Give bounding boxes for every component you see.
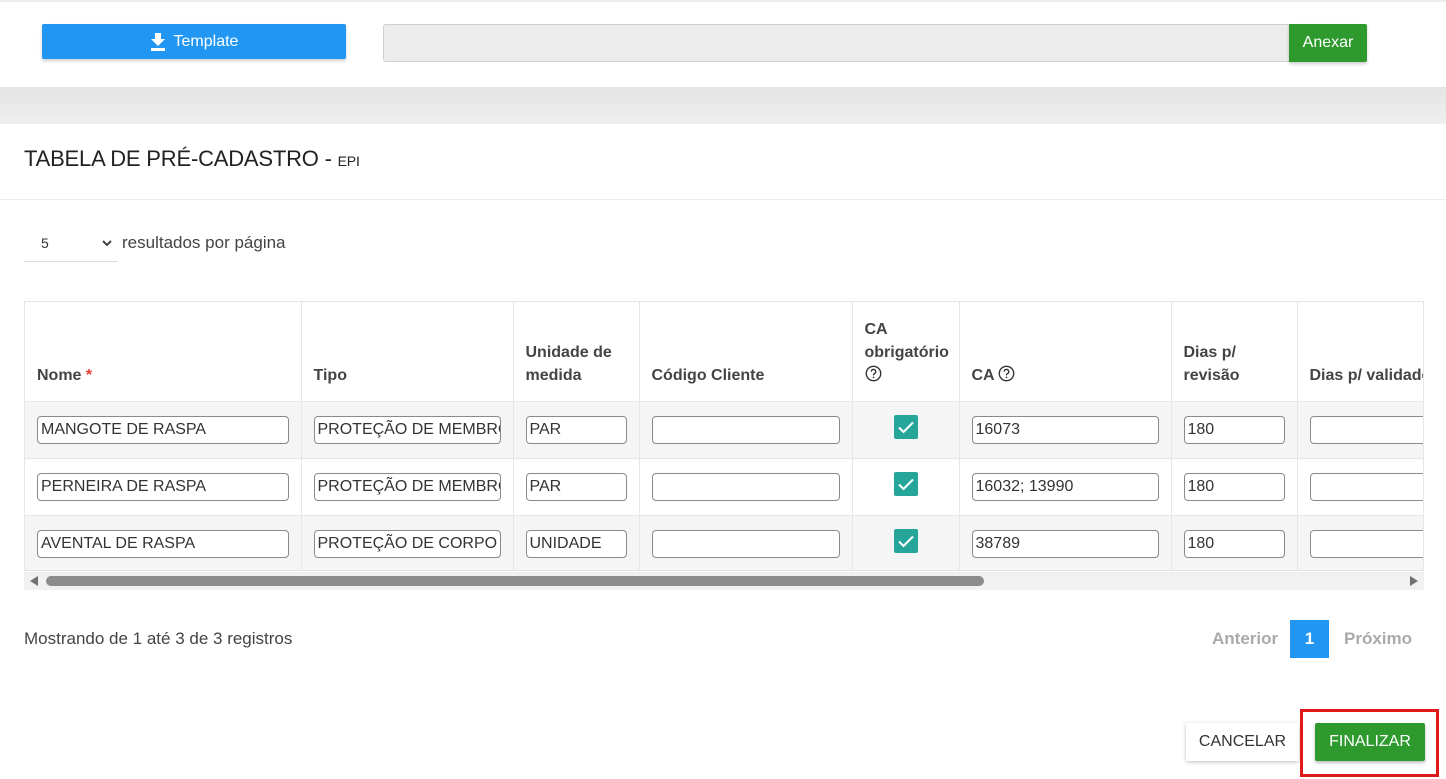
dias-revisao-input[interactable]: 180 [1183,529,1285,558]
page-size-value: 5 [41,235,49,251]
check-icon [897,535,914,547]
table-header-row: Nome * Tipo Unidade de medida Código Cli… [25,302,1423,402]
attach-button[interactable]: Anexar [1289,24,1367,62]
download-template-label: Template [173,32,239,50]
tipo-input[interactable]: PROTEÇÃO DE MEMBROS SUPERIORES [313,415,501,444]
ca-input[interactable]: 16073 [971,415,1159,444]
help-icon[interactable] [865,365,882,382]
download-template-button[interactable]: Template [42,24,346,59]
download-icon [150,32,165,51]
tipo-input[interactable]: PROTEÇÃO DE CORPO INTEIRO [313,529,501,558]
scroll-right-icon[interactable] [1410,576,1418,586]
header-ca-obrigatorio[interactable]: CA obrigatório [852,302,960,402]
dias-revisao-input[interactable]: 180 [1183,415,1285,444]
codigo-cliente-input[interactable] [651,415,840,444]
table-row: MANGOTE DE RASPA PROTEÇÃO DE MEMBROS SUP… [25,401,1423,459]
records-info: Mostrando de 1 até 3 de 3 registros [24,629,293,648]
page-subtitle: EPI [337,153,360,169]
ca-obrigatorio-checkbox[interactable] [893,471,918,496]
ca-input[interactable]: 38789 [971,529,1159,558]
table-row: PERNEIRA DE RASPA PROTEÇÃO DE MEMBROS IN… [25,458,1423,516]
header-ca[interactable]: CA [959,302,1172,402]
next-page-link[interactable]: Próximo [1344,629,1412,649]
dias-validade-input[interactable] [1309,529,1423,558]
scrollbar-thumb[interactable] [46,576,984,586]
header-tipo[interactable]: Tipo [301,302,514,402]
section-separator [0,87,1446,124]
required-marker: * [85,366,93,384]
tipo-input[interactable]: PROTEÇÃO DE MEMBROS INFERIORES [313,472,501,501]
ca-obrigatorio-checkbox[interactable] [893,414,918,439]
dias-validade-input[interactable] [1309,415,1423,444]
chevron-down-icon [102,240,112,247]
page-size-label: resultados por página [122,233,286,252]
nome-input[interactable]: MANGOTE DE RASPA [37,415,289,444]
horizontal-scrollbar[interactable] [24,572,1424,590]
page-title: TABELA DE PRÉ-CADASTRO - EPI [24,146,360,172]
help-icon[interactable] [998,365,1015,382]
cancel-button[interactable]: CANCELAR [1186,723,1299,761]
codigo-cliente-input[interactable] [651,472,840,501]
header-dias-revisao[interactable]: Dias p/ revisão [1171,302,1298,402]
page-size-select[interactable]: 5 [24,225,118,262]
header-unidade[interactable]: Unidade de medida [513,302,640,402]
header-codigo-cliente[interactable]: Código Cliente [639,302,853,402]
table-row: AVENTAL DE RASPA PROTEÇÃO DE CORPO INTEI… [25,515,1423,570]
check-icon [897,478,914,490]
dias-revisao-input[interactable]: 180 [1183,472,1285,501]
codigo-cliente-input[interactable] [651,529,840,558]
nome-input[interactable]: PERNEIRA DE RASPA [37,472,289,501]
scroll-left-icon[interactable] [30,576,38,586]
check-icon [897,421,914,433]
nome-input[interactable]: AVENTAL DE RASPA [37,529,289,558]
pre-registration-table: Nome * Tipo Unidade de medida Código Cli… [24,301,1424,571]
unidade-input[interactable]: PAR [525,415,627,444]
dias-validade-input[interactable] [1309,472,1423,501]
file-path-input[interactable] [383,24,1291,62]
header-nome[interactable]: Nome * [25,302,302,402]
title-divider [0,199,1446,200]
finish-button[interactable]: FINALIZAR [1315,723,1425,761]
previous-page-link[interactable]: Anterior [1212,629,1278,649]
header-dias-validade[interactable]: Dias p/ validade [1297,302,1423,402]
ca-input[interactable]: 16032; 13990 [971,472,1159,501]
unidade-input[interactable]: UNIDADE [525,529,627,558]
page-1-button[interactable]: 1 [1290,620,1329,658]
page-title-text: TABELA DE PRÉ-CADASTRO - [24,146,332,171]
unidade-input[interactable]: PAR [525,472,627,501]
ca-obrigatorio-checkbox[interactable] [893,528,918,553]
